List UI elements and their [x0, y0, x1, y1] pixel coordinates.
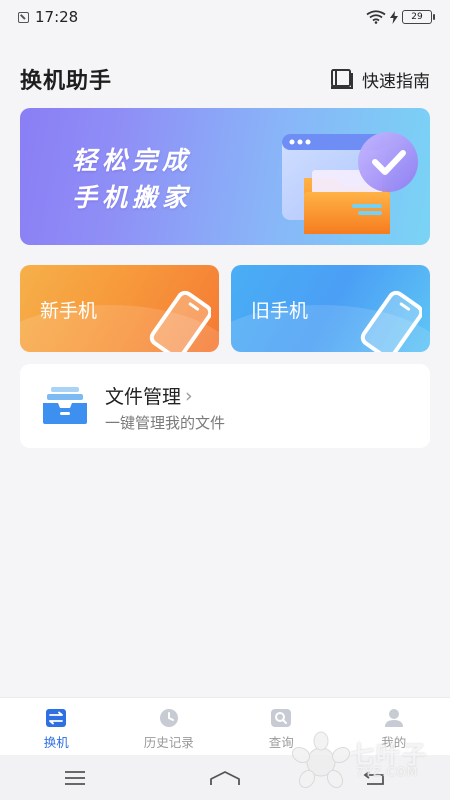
old-phone-label: 旧手机 [251, 300, 309, 322]
tab-label: 查询 [268, 735, 294, 750]
chevron-right-icon: › [185, 384, 193, 407]
header: 换机助手 快速指南 [20, 62, 430, 96]
tab-label: 历史记录 [143, 735, 194, 750]
clock-icon [159, 709, 178, 727]
banner-line-1: 轻松完成 [72, 146, 193, 175]
new-phone-label: 新手机 [40, 300, 98, 322]
folder-check-illustration [282, 132, 418, 234]
watermark-domain: 7YZ.COM [356, 765, 419, 779]
battery-indicator: 29 [402, 10, 435, 24]
tab-label: 换机 [43, 735, 69, 750]
tab-switch[interactable]: 换机 [0, 698, 113, 756]
status-time: 17:28 [35, 8, 79, 26]
old-phone-card[interactable]: 旧手机 [231, 265, 430, 352]
banner-text: 轻松完成 手机搬家 [72, 142, 192, 216]
swap-icon [46, 709, 67, 727]
phone-icon [360, 290, 422, 352]
page-title: 换机助手 [20, 69, 113, 94]
home-icon [210, 770, 240, 785]
promo-banner[interactable]: 轻松完成 手机搬家 [20, 108, 430, 245]
search-icon [271, 709, 292, 727]
new-phone-card[interactable]: 新手机 [20, 265, 219, 352]
quick-guide-label: 快速指南 [362, 71, 430, 92]
menu-button[interactable] [55, 763, 95, 793]
charging-icon [390, 10, 398, 24]
home-button[interactable] [205, 763, 245, 793]
file-management-subtitle: 一键管理我的文件 [105, 414, 226, 432]
banner-line-2: 手机搬家 [72, 183, 193, 212]
watermark: 七叶子 7YZ.COM [292, 725, 442, 795]
book-icon [331, 69, 353, 89]
notification-icon [18, 11, 29, 23]
menu-icon [65, 770, 85, 785]
leaf-logo [292, 731, 350, 789]
quick-guide-button[interactable]: 快速指南 [330, 67, 430, 92]
wifi-icon [366, 10, 386, 24]
file-management-title: 文件管理 › [105, 382, 193, 409]
file-management-card[interactable]: 文件管理 › 一键管理我的文件 [20, 364, 430, 448]
status-bar: 17:28 29 [0, 0, 450, 34]
file-management-label: 文件管理 [105, 386, 182, 408]
file-tray-icon [43, 387, 87, 424]
tab-history[interactable]: 历史记录 [113, 698, 226, 756]
phone-icon [149, 290, 211, 352]
